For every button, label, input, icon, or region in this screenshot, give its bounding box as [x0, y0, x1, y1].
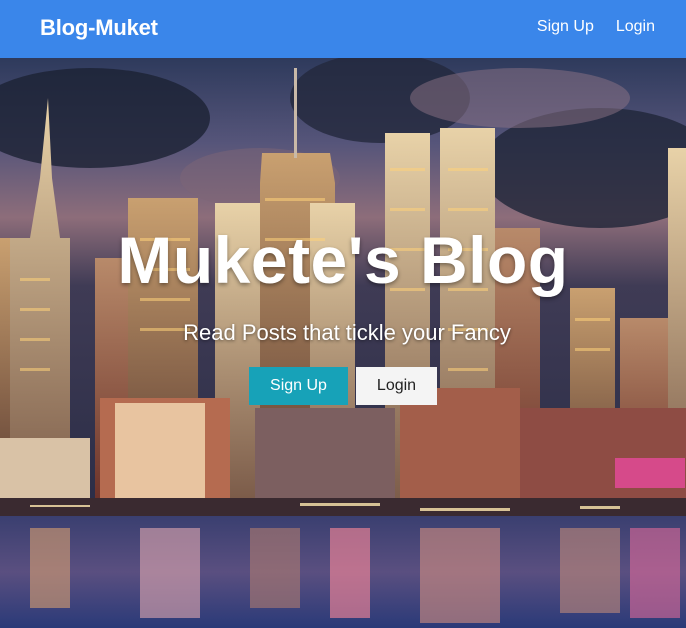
hero-buttons: Sign Up Login — [249, 367, 437, 405]
hero-section: Mukete's Blog Read Posts that tickle you… — [0, 58, 686, 628]
hero-content: Mukete's Blog Read Posts that tickle you… — [0, 58, 686, 628]
brand-logo[interactable]: Blog-Muket — [40, 15, 158, 41]
nav-login-link[interactable]: Login — [616, 18, 655, 36]
nav-links: Sign Up Login — [537, 18, 655, 36]
navbar: Blog-Muket Sign Up Login — [0, 0, 686, 58]
hero-title: Mukete's Blog — [117, 223, 569, 297]
nav-signup-link[interactable]: Sign Up — [537, 18, 594, 36]
login-button[interactable]: Login — [356, 367, 437, 405]
hero-subtitle: Read Posts that tickle your Fancy — [183, 320, 511, 345]
signup-button[interactable]: Sign Up — [249, 367, 348, 405]
